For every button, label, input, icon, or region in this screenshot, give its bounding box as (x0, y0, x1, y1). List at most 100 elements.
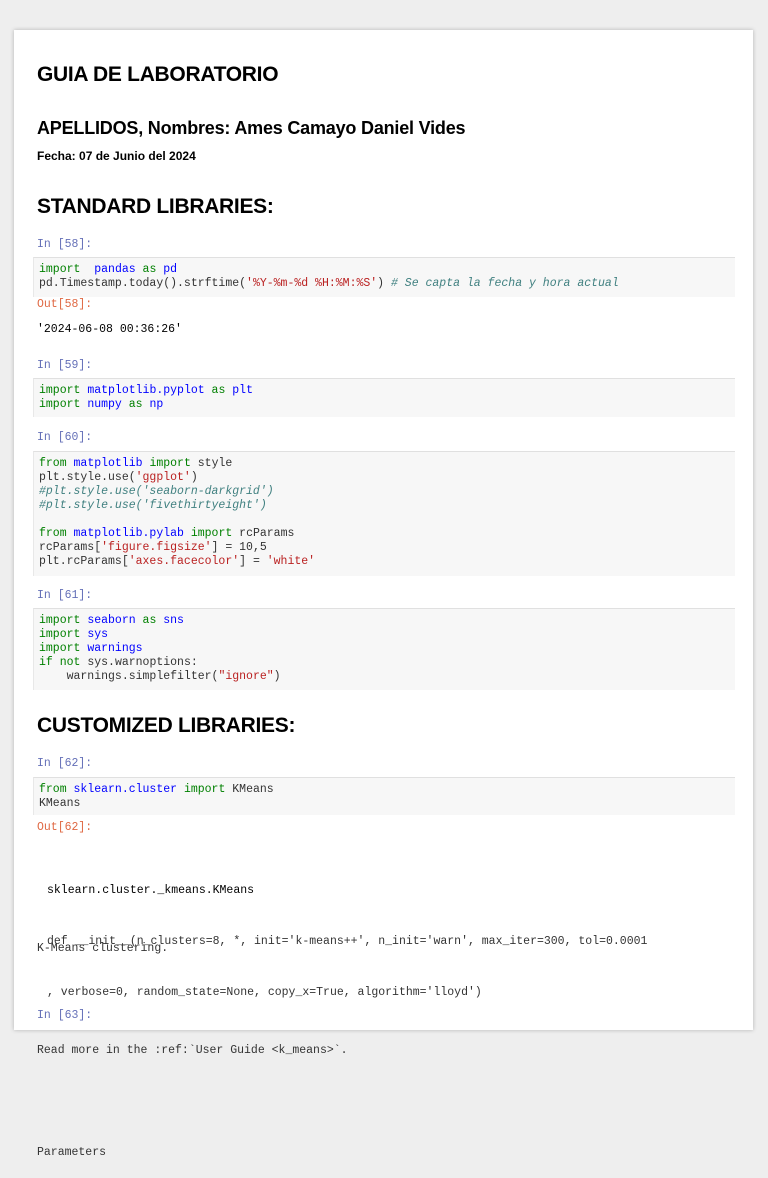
code-line: from matplotlib import style (39, 457, 735, 471)
code-token: #plt.style.use('fivethirtyeight') (39, 499, 267, 512)
code-token: as (135, 263, 164, 276)
code-line: pd.Timestamp.today().strftime('%Y-%m-%d … (39, 277, 735, 291)
section-standard-libraries: STANDARD LIBRARIES: (37, 195, 274, 218)
code-line: warnings.simplefilter("ignore") (39, 670, 735, 684)
code-line: KMeans (39, 797, 735, 811)
code-token: warnings (87, 642, 143, 655)
date-line: Fecha: 07 de Junio del 2024 (37, 149, 196, 163)
code-line: from sklearn.cluster import KMeans (39, 783, 735, 797)
code-token: import (39, 642, 81, 655)
code-token: warnings.simplefilter( (39, 670, 219, 683)
code-token: sys.warnoptions: (80, 656, 198, 669)
output-prompt-62: Out[62]: (37, 821, 93, 834)
code-token: '%Y-%m-%d %H:%M:%S' (246, 277, 378, 290)
code-token: matplotlib.pyplot (87, 384, 205, 397)
code-token: numpy (87, 398, 122, 411)
input-prompt-59: In [59]: (37, 359, 93, 372)
code-token: import (149, 457, 191, 470)
code-cell-61[interactable]: import seaborn as sns import sys import wa… (33, 608, 735, 690)
doc-line: Read more in the :ref:`User Guide <k_mea… (37, 1044, 348, 1057)
author-heading: APELLIDOS, Nombres: Ames Camayo Daniel V… (37, 118, 466, 138)
code-token: import (183, 783, 226, 796)
code-cell-60[interactable]: from matplotlib import style plt.style.us… (33, 451, 735, 576)
code-token: import (190, 527, 233, 540)
code-token: 'ggplot' (135, 471, 191, 484)
code-token: as (204, 384, 233, 397)
code-token: pd (163, 263, 178, 276)
code-line: import matplotlib.pyplot as plt (39, 384, 735, 398)
code-token: ) (190, 471, 198, 484)
code-token: from (39, 457, 67, 470)
code-token: 'figure.figsize' (101, 541, 212, 554)
input-prompt-63: In [63]: (37, 1009, 93, 1022)
kmeans-docstring: K-Means clustering. Read more in the :re… (37, 906, 348, 1178)
doc-line (37, 1093, 348, 1110)
code-token: ] = 10,5 (211, 541, 267, 554)
output-58: '2024-06-08 00:36:26' (37, 323, 182, 336)
code-token: KMeans (225, 783, 274, 796)
code-line: plt.rcParams['axes.facecolor'] = 'white' (39, 555, 735, 569)
date-value: 07 de Junio del 2024 (79, 149, 196, 163)
code-token: "ignore" (218, 670, 274, 683)
code-cell-62[interactable]: from sklearn.cluster import KMeans KMeans (33, 777, 735, 815)
code-token: sns (163, 614, 184, 627)
code-line: from matplotlib.pylab import rcParams (39, 527, 735, 541)
code-token: matplotlib.pylab (73, 527, 184, 540)
code-token: rcParams (232, 527, 295, 540)
code-line: rcParams['figure.figsize'] = 10,5 (39, 541, 735, 555)
code-cell-59[interactable]: import matplotlib.pyplot as plt import nu… (33, 378, 735, 417)
code-token: matplotlib (73, 457, 143, 470)
code-token: seaborn (87, 614, 136, 627)
code-token: from (39, 783, 67, 796)
code-token: # Se capta la fecha y hora actual (390, 277, 619, 290)
code-token: as (135, 614, 164, 627)
doc-line: Parameters (37, 1146, 107, 1159)
code-token: 'axes.facecolor' (128, 555, 240, 568)
code-line: import pandas as pd (39, 263, 735, 277)
output-prompt-58: Out[58]: (37, 298, 93, 311)
code-line: #plt.style.use('fivethirtyeight') (39, 499, 735, 513)
page-title: GUIA DE LABORATORIO (37, 63, 279, 86)
input-prompt-62: In [62]: (37, 757, 93, 770)
code-line: #plt.style.use('seaborn-darkgrid') (39, 485, 735, 499)
code-token: plt.rcParams[ (39, 555, 129, 568)
code-token: KMeans (39, 797, 81, 810)
code-token: ) (273, 670, 281, 683)
code-cell-58[interactable]: import pandas as pd pd.Timestamp.today().… (33, 257, 735, 297)
code-token: as (121, 398, 150, 411)
code-line: import numpy as np (39, 398, 735, 412)
code-token: if (39, 656, 53, 669)
code-line: plt.style.use('ggplot') (39, 471, 735, 485)
code-token: ] = (239, 555, 267, 568)
code-token: rcParams[ (39, 541, 102, 554)
code-token: np (149, 398, 164, 411)
code-token: import (39, 614, 81, 627)
code-token: ) (377, 277, 391, 290)
code-token: sys (87, 628, 109, 641)
code-token: import (39, 398, 81, 411)
input-prompt-60: In [60]: (37, 431, 93, 444)
code-line: import warnings (39, 642, 735, 656)
signature-class-path: sklearn.cluster._kmeans.KMeans (47, 884, 255, 897)
code-line: import seaborn as sns (39, 614, 735, 628)
code-token: style (190, 457, 233, 470)
code-token: import (39, 384, 81, 397)
code-token: not (59, 656, 81, 669)
date-label: Fecha: (37, 149, 76, 163)
input-prompt-58: In [58]: (37, 238, 93, 251)
code-token: from (39, 527, 67, 540)
code-token: plt.style.use( (39, 471, 136, 484)
code-token: sklearn.cluster (73, 783, 178, 796)
code-token: pandas (94, 263, 136, 276)
input-prompt-61: In [61]: (37, 589, 93, 602)
code-token: pd.Timestamp.today().strftime( (39, 277, 247, 290)
code-token: 'white' (266, 555, 316, 568)
